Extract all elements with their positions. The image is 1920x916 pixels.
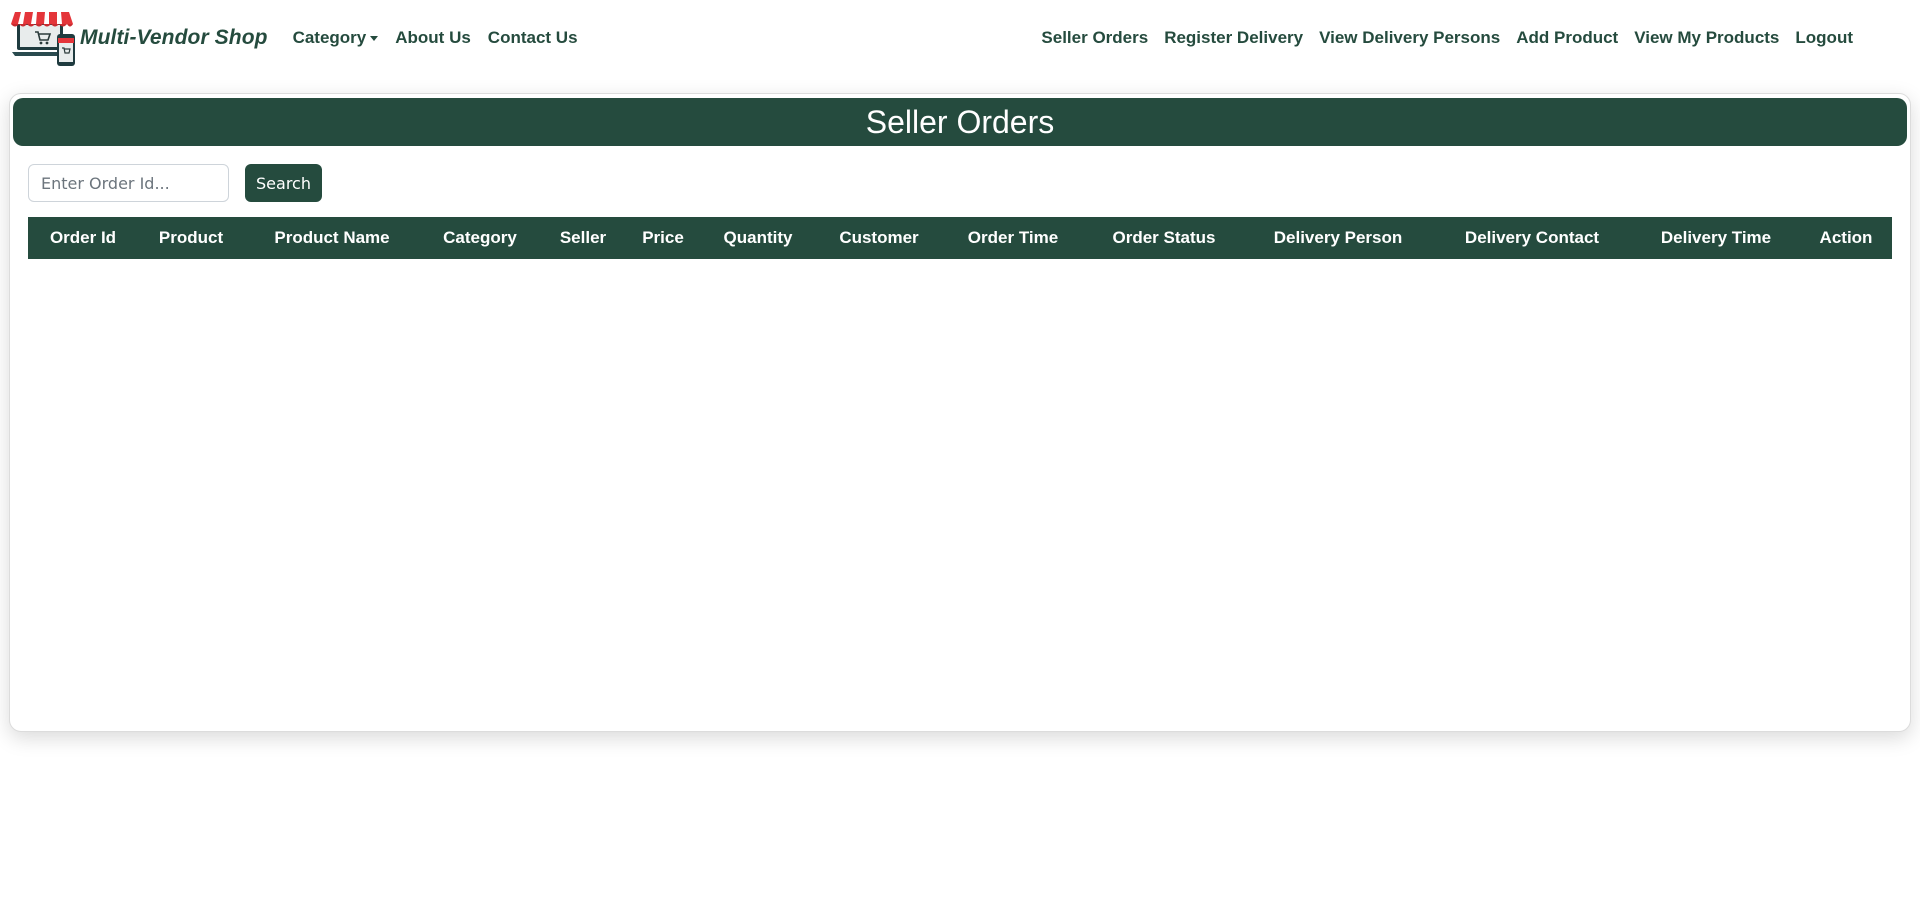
search-row: Search — [28, 164, 322, 202]
page-title: Seller Orders — [865, 103, 1055, 140]
nav-about-us[interactable]: About Us — [395, 28, 471, 48]
col-action: Action — [1819, 228, 1873, 247]
orders-card: Seller Orders Search Order Id Product Pr… — [9, 93, 1911, 732]
brand[interactable]: Multi-Vendor Shop — [11, 8, 268, 68]
col-customer: Customer — [839, 228, 919, 247]
shop-logo-icon — [11, 8, 77, 68]
nav-category-dropdown[interactable]: Category — [293, 28, 379, 48]
caret-down-icon — [370, 36, 379, 42]
nav-view-my-products[interactable]: View My Products — [1634, 28, 1779, 48]
nav-left: Category About Us Contact Us — [293, 28, 578, 48]
col-order-id: Order Id — [49, 228, 117, 247]
col-category: Category — [443, 228, 517, 247]
nav-logout[interactable]: Logout — [1795, 28, 1853, 48]
col-delivery-person: Delivery Person — [1273, 228, 1403, 247]
nav-add-product[interactable]: Add Product — [1516, 28, 1618, 48]
col-delivery-time: Delivery Time — [1660, 228, 1772, 247]
nav-seller-orders[interactable]: Seller Orders — [1041, 28, 1148, 48]
brand-name: Multi-Vendor Shop — [80, 26, 268, 49]
col-order-status: Order Status — [1112, 228, 1216, 247]
col-delivery-contact: Delivery Contact — [1464, 228, 1600, 247]
col-price: Price — [642, 228, 684, 247]
col-product-name: Product Name — [274, 228, 390, 247]
orders-table-header: Order Id Product Product Name Category S… — [28, 217, 1892, 259]
nav-category-label: Category — [292, 28, 367, 47]
nav-contact-us[interactable]: Contact Us — [488, 28, 578, 48]
search-button[interactable]: Search — [245, 164, 322, 202]
col-seller: Seller — [559, 228, 607, 247]
nav-view-delivery-persons[interactable]: View Delivery Persons — [1319, 28, 1500, 48]
col-product: Product — [158, 228, 224, 247]
order-id-search-input[interactable] — [28, 164, 229, 202]
card-header: Seller Orders — [13, 98, 1907, 146]
navbar: Multi-Vendor Shop Category About Us Cont… — [0, 0, 1920, 76]
nav-register-delivery[interactable]: Register Delivery — [1164, 28, 1303, 48]
col-order-time: Order Time — [967, 228, 1059, 247]
col-quantity: Quantity — [723, 228, 793, 247]
nav-right: Seller Orders Register Delivery View Del… — [1041, 0, 1853, 76]
